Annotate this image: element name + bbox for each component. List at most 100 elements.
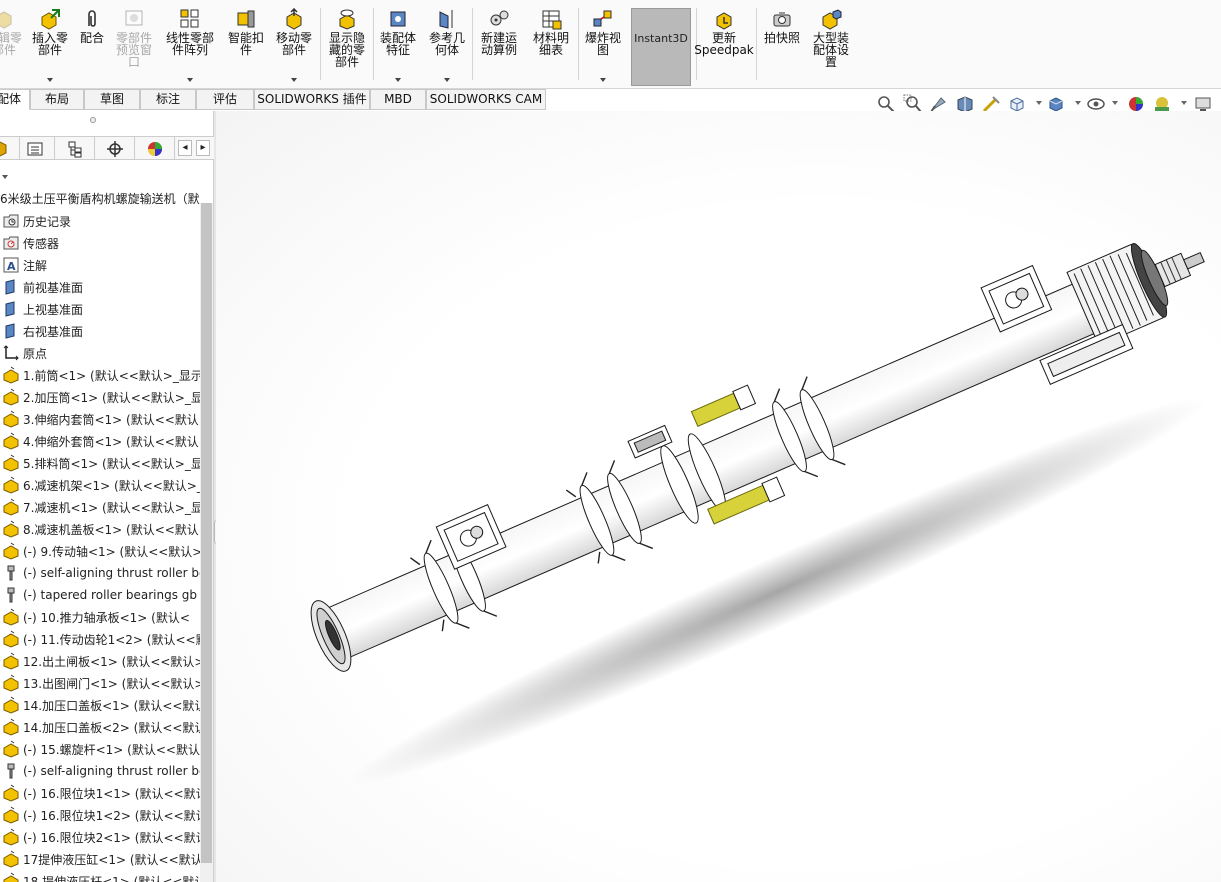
chevron-down-icon[interactable] bbox=[291, 78, 297, 82]
tab-5[interactable]: SOLIDWORKS 插件 bbox=[254, 89, 370, 110]
tree-item-label: (-) 9.传动轴<1> (默认<<默认>_ bbox=[23, 544, 200, 559]
tree-item-label: 17提伸液压缸<1> (默认<<默认 bbox=[23, 852, 200, 867]
tree-item[interactable]: 3.伸缩内套筒<1> (默认<<默认> bbox=[0, 408, 200, 430]
graphics-area[interactable] bbox=[216, 111, 1221, 882]
tree-item[interactable]: 12.出土闸板<1> (默认<<默认>_ bbox=[0, 650, 200, 672]
tree-item[interactable]: 原点 bbox=[0, 342, 200, 364]
linear-pattern-label: 线性零部 件阵列 bbox=[165, 31, 214, 57]
tree-item[interactable]: (-) 9.传动轴<1> (默认<<默认>_ bbox=[0, 540, 200, 562]
take-snapshot-label: 拍快照 bbox=[763, 31, 800, 45]
tree-item[interactable]: 17提伸液压缸<1> (默认<<默认 bbox=[0, 848, 200, 870]
tree-item[interactable]: 7.减速机<1> (默认<<默认>_显示 bbox=[0, 496, 200, 518]
property-manager-tab[interactable] bbox=[15, 137, 55, 160]
toolbox-icon bbox=[2, 762, 20, 780]
tab-7[interactable]: SOLIDWORKS CAM bbox=[426, 89, 546, 110]
tree-root-assembly[interactable]: 6米级土压平衡盾构机螺旋输送机（默 bbox=[0, 190, 200, 208]
update-speedpak-button[interactable]: 更新 Speedpak bbox=[694, 8, 754, 86]
tree-item[interactable]: 5.排料筒<1> (默认<<默认>_显示 bbox=[0, 452, 200, 474]
tab-0[interactable]: 配体 bbox=[0, 89, 30, 110]
tree-item[interactable]: (-) tapered roller bearings gb bbox=[0, 584, 200, 606]
display-manager-tab[interactable] bbox=[135, 137, 175, 160]
linear-pattern-button[interactable]: 线性零部 件阵列 bbox=[160, 8, 220, 86]
take-snapshot-button[interactable]: 拍快照 bbox=[758, 8, 806, 86]
insert-components-button[interactable]: 插入零 部件 bbox=[28, 8, 72, 86]
reference-geometry-button[interactable]: 参考几 何体 bbox=[424, 8, 470, 86]
screw-conveyor-model[interactable] bbox=[216, 111, 1221, 882]
tree-item[interactable]: (-) 11.传动齿轮1<2> (默认<<默 bbox=[0, 628, 200, 650]
speedpak-icon bbox=[713, 8, 735, 30]
tree-item-label: 3.伸缩内套筒<1> (默认<<默认> bbox=[23, 412, 200, 427]
tab-1[interactable]: 布局 bbox=[30, 89, 84, 110]
new-motion-study-button[interactable]: 新建运 动算例 bbox=[474, 8, 524, 86]
scrollbar-thumb[interactable] bbox=[201, 203, 212, 863]
tree-item[interactable]: 13.出图闸门<1> (默认<<默认>_ bbox=[0, 672, 200, 694]
pane-splitter-handle[interactable] bbox=[90, 117, 96, 123]
tree-item[interactable]: 18.提伸液压杆<1> (默认<<默认 bbox=[0, 870, 200, 882]
feature-tree: 6米级土压平衡盾构机螺旋输送机（默 历史记录 传感器 A 注解前视基准面上视基准面 右视… bbox=[0, 188, 200, 882]
tree-item[interactable]: 传感器 bbox=[0, 232, 200, 254]
tree-item[interactable]: 上视基准面 bbox=[0, 298, 200, 320]
tree-item[interactable]: (-) self-aligning thrust roller be bbox=[0, 760, 200, 782]
tree-item[interactable]: 前视基准面 bbox=[0, 276, 200, 298]
bom-button[interactable]: 材料明 细表 bbox=[528, 8, 574, 86]
tree-item[interactable]: 历史记录 bbox=[0, 210, 200, 232]
tabs-scroll-left-button[interactable]: ◂ bbox=[178, 140, 192, 156]
tree-item[interactable]: 8.减速机盖板<1> (默认<<默认> bbox=[0, 518, 200, 540]
tree-item-label: (-) 16.限位块1<2> (默认<<默认 bbox=[23, 808, 200, 823]
tree-item-label: 7.减速机<1> (默认<<默认>_显示 bbox=[23, 500, 200, 515]
chevron-down-icon[interactable] bbox=[600, 78, 606, 82]
chevron-down-icon[interactable] bbox=[395, 78, 401, 82]
tree-item[interactable]: 2.加压筒<1> (默认<<默认>_显示 bbox=[0, 386, 200, 408]
tab-3[interactable]: 标注 bbox=[140, 89, 196, 110]
tree-item[interactable]: (-) 10.推力轴承板<1> (默认< bbox=[0, 606, 200, 628]
smart-fasteners-button[interactable]: 智能扣 件 bbox=[224, 8, 268, 86]
tree-item[interactable]: 1.前筒<1> (默认<<默认>_显示状 bbox=[0, 364, 200, 386]
filter-dropdown-caret[interactable] bbox=[2, 175, 8, 179]
tab-4[interactable]: 评估 bbox=[196, 89, 254, 110]
mate-button[interactable]: 配合 bbox=[76, 8, 108, 86]
part-icon bbox=[2, 366, 20, 384]
tree-item[interactable]: 14.加压口盖板<2> (默认<<默认 bbox=[0, 716, 200, 738]
edit-component-button[interactable]: 编辑零 部件 bbox=[0, 8, 26, 86]
tree-item[interactable]: (-) 15.螺旋杆<1> (默认<<默认> bbox=[0, 738, 200, 760]
tree-item[interactable]: 4.伸缩外套筒<1> (默认<<默认> bbox=[0, 430, 200, 452]
tree-item[interactable]: 14.加压口盖板<1> (默认<<默认 bbox=[0, 694, 200, 716]
chevron-down-icon[interactable] bbox=[47, 78, 53, 82]
configuration-manager-tab[interactable] bbox=[55, 137, 95, 160]
chevron-down-icon[interactable] bbox=[187, 78, 193, 82]
tree-item[interactable]: A 注解 bbox=[0, 254, 200, 276]
ribbon-separator bbox=[578, 8, 579, 80]
new-motion-study-label: 新建运 动算例 bbox=[480, 31, 517, 57]
tree-item[interactable]: (-) 16.限位块1<1> (默认<<默认 bbox=[0, 782, 200, 804]
chevron-down-icon[interactable] bbox=[444, 78, 450, 82]
move-component-button[interactable]: 移动零 部件 bbox=[272, 8, 316, 86]
manager-tabs: ◂ ▸ bbox=[0, 136, 214, 160]
assembly-features-button[interactable]: 装配体 特征 bbox=[376, 8, 420, 86]
component-preview-button[interactable]: 零部件 预览窗 口 bbox=[110, 8, 158, 86]
edit-component-label: 编辑零 部件 bbox=[0, 31, 22, 57]
tree-item[interactable]: (-) 16.限位块1<2> (默认<<默认 bbox=[0, 804, 200, 826]
show-hidden-icon bbox=[336, 8, 358, 30]
ribbon-separator bbox=[756, 8, 757, 80]
tree-vertical-scrollbar[interactable] bbox=[200, 203, 213, 882]
tree-item[interactable]: 右视基准面 bbox=[0, 320, 200, 342]
instant3d-button[interactable]: Instant3D bbox=[631, 8, 691, 86]
part-icon bbox=[2, 476, 20, 494]
dimxpert-manager-tab[interactable] bbox=[95, 137, 135, 160]
ribbon-separator bbox=[320, 8, 321, 80]
exploded-view-button[interactable]: 爆炸视 图 bbox=[580, 8, 626, 86]
tree-item-label: (-) 16.限位块2<1> (默认<<默认 bbox=[23, 830, 200, 845]
paperclip-icon bbox=[81, 8, 103, 30]
tree-item-label: 前视基准面 bbox=[23, 280, 84, 295]
update-speedpak-label: 更新 Speedpak bbox=[694, 31, 754, 57]
tree-item[interactable]: 6.减速机架<1> (默认<<默认>_显 bbox=[0, 474, 200, 496]
tree-item[interactable]: (-) self-aligning thrust roller be bbox=[0, 562, 200, 584]
part-icon bbox=[2, 828, 20, 846]
tree-item[interactable]: (-) 16.限位块2<1> (默认<<默认 bbox=[0, 826, 200, 848]
show-hidden-button[interactable]: 显示隐 藏的零 部件 bbox=[322, 8, 372, 86]
large-assembly-button[interactable]: 大型装 配体设 置 bbox=[806, 8, 856, 86]
tabs-scroll-right-button[interactable]: ▸ bbox=[196, 140, 210, 156]
tab-6[interactable]: MBD bbox=[370, 89, 426, 110]
camera-icon bbox=[771, 8, 793, 30]
tab-2[interactable]: 草图 bbox=[84, 89, 140, 110]
